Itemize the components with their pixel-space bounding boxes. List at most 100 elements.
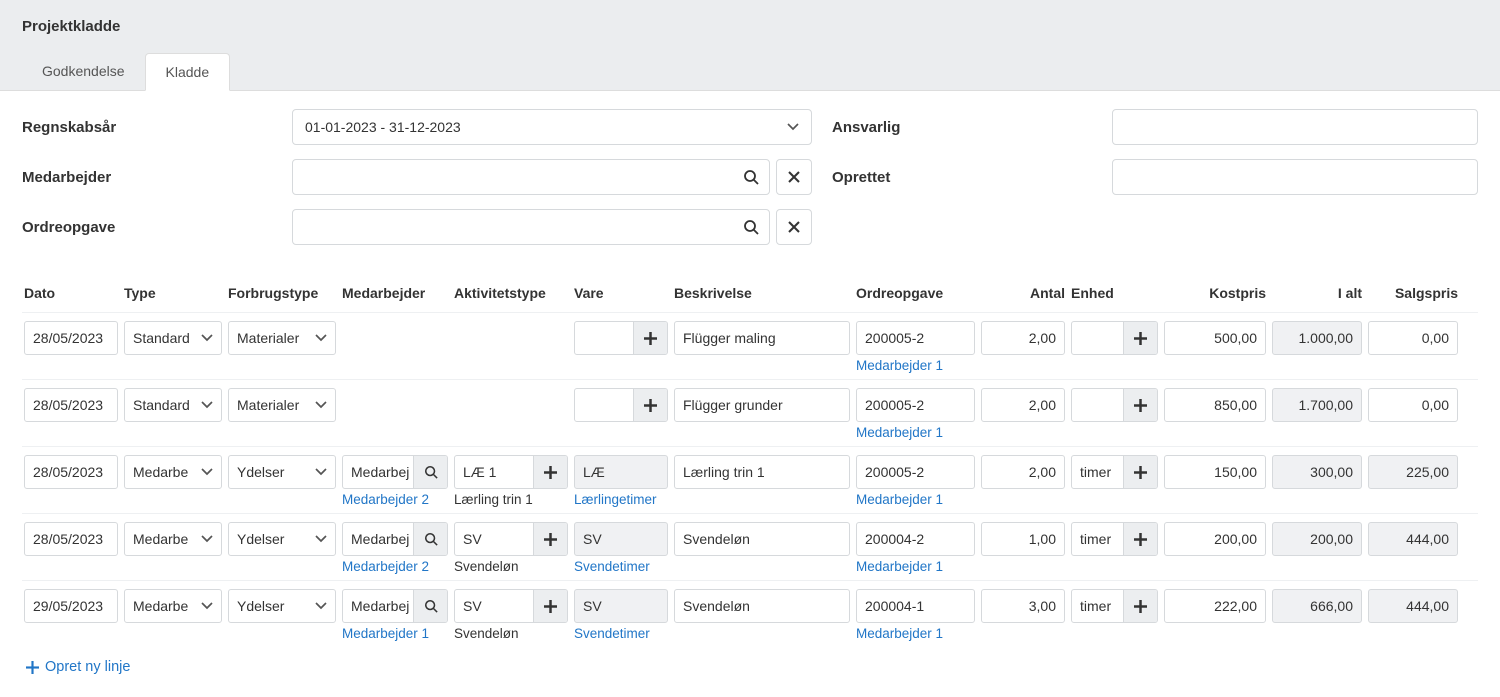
medarbejder-link[interactable]: Medarbejder 2 — [342, 492, 429, 507]
dato-input[interactable]: 29/05/2023 — [24, 589, 118, 623]
vare-link[interactable]: Svendetimer — [574, 559, 650, 574]
ordreopgave-input[interactable]: 200004-2 — [856, 522, 975, 556]
plus-icon[interactable] — [1123, 322, 1157, 354]
input-ansvarlig[interactable] — [1112, 109, 1478, 145]
ordreopgave-input[interactable]: 200005-2 — [856, 455, 975, 489]
tab-godkendelse[interactable]: Godkendelse — [22, 53, 145, 90]
antal-input[interactable]: 3,00 — [981, 589, 1065, 623]
search-icon[interactable] — [413, 590, 447, 622]
forbrugstype-select[interactable]: Ydelser — [228, 522, 336, 556]
plus-icon[interactable] — [1123, 456, 1157, 488]
col-vare: Vare — [574, 285, 674, 301]
plus-icon[interactable] — [1123, 523, 1157, 555]
ordreopgave-link[interactable]: Medarbejder 1 — [856, 559, 943, 574]
kostpris-input[interactable]: 200,00 — [1164, 522, 1266, 556]
antal-input[interactable]: 2,00 — [981, 455, 1065, 489]
vare-lookup[interactable] — [574, 388, 668, 422]
kostpris-input[interactable]: 222,00 — [1164, 589, 1266, 623]
ordreopgave-input[interactable]: 200004-1 — [856, 589, 975, 623]
page-title: Projektkladde — [22, 18, 1478, 35]
type-select[interactable]: Medarbe — [124, 589, 222, 623]
beskrivelse-input[interactable]: Flügger maling — [674, 321, 850, 355]
antal-input[interactable]: 2,00 — [981, 321, 1065, 355]
dato-input[interactable]: 28/05/2023 — [24, 522, 118, 556]
medarbejder-lookup[interactable]: Medarbejde — [342, 589, 448, 623]
tab-kladde[interactable]: Kladde — [145, 53, 231, 91]
table-row: 29/05/2023MedarbeYdelserMedarbejdeSVSVSv… — [22, 580, 1478, 647]
search-icon[interactable] — [743, 219, 759, 235]
medarbejder-link[interactable]: Medarbejder 1 — [342, 626, 429, 641]
chevron-down-icon — [201, 401, 213, 409]
type-select[interactable]: Medarbe — [124, 522, 222, 556]
forbrugstype-select[interactable]: Materialer — [228, 321, 336, 355]
beskrivelse-input[interactable]: Svendeløn — [674, 589, 850, 623]
enhed-lookup[interactable] — [1071, 388, 1158, 422]
kostpris-input[interactable]: 850,00 — [1164, 388, 1266, 422]
plus-icon[interactable] — [1123, 590, 1157, 622]
vare-link[interactable]: Svendetimer — [574, 626, 650, 641]
ordreopgave-link[interactable]: Medarbejder 1 — [856, 492, 943, 507]
input-medarbejder[interactable] — [292, 159, 770, 195]
enhed-lookup[interactable]: timer — [1071, 522, 1158, 556]
col-forb: Forbrugstype — [228, 285, 342, 301]
search-icon[interactable] — [413, 456, 447, 488]
enhed-lookup[interactable]: timer — [1071, 589, 1158, 623]
dato-input[interactable]: 28/05/2023 — [24, 388, 118, 422]
vare-lookup[interactable] — [574, 321, 668, 355]
ordreopgave-link[interactable]: Medarbejder 1 — [856, 425, 943, 440]
select-regnskabsaar[interactable]: 01-01-2023 - 31-12-2023 — [292, 109, 812, 145]
table-row: 28/05/2023StandardMaterialer Flügger mali… — [22, 312, 1478, 379]
enhed-lookup[interactable]: timer — [1071, 455, 1158, 489]
forbrugstype-select[interactable]: Ydelser — [228, 589, 336, 623]
clear-ordreopgave-button[interactable] — [776, 209, 812, 245]
salgspris-input[interactable]: 0,00 — [1368, 321, 1458, 355]
plus-icon[interactable] — [533, 456, 567, 488]
search-icon[interactable] — [413, 523, 447, 555]
plus-icon[interactable] — [633, 322, 667, 354]
type-select[interactable]: Standard — [124, 321, 222, 355]
plus-icon[interactable] — [533, 523, 567, 555]
label-ansvarlig: Ansvarlig — [832, 119, 1092, 136]
clear-medarbejder-button[interactable] — [776, 159, 812, 195]
ordreopgave-input[interactable]: 200005-2 — [856, 388, 975, 422]
type-select[interactable]: Standard — [124, 388, 222, 422]
ordreopgave-link[interactable]: Medarbejder 1 — [856, 358, 943, 373]
aktivitetstype-lookup[interactable]: SV — [454, 522, 568, 556]
plus-icon[interactable] — [533, 590, 567, 622]
medarbejder-lookup[interactable]: Medarbejde — [342, 522, 448, 556]
aktivitetstype-lookup[interactable]: SV — [454, 589, 568, 623]
ialt-value: 1.700,00 — [1272, 388, 1362, 422]
add-line-button[interactable]: Opret ny linje — [22, 647, 1478, 687]
col-salg: Salgspris — [1368, 285, 1464, 301]
aktivitetstype-lookup[interactable]: LÆ 1 — [454, 455, 568, 489]
ordreopgave-input[interactable]: 200005-2 — [856, 321, 975, 355]
dato-input[interactable]: 28/05/2023 — [24, 321, 118, 355]
beskrivelse-input[interactable]: Lærling trin 1 — [674, 455, 850, 489]
vare-input: SV — [574, 522, 668, 556]
dato-input[interactable]: 28/05/2023 — [24, 455, 118, 489]
vare-link[interactable]: Lærlingetimer — [574, 492, 657, 507]
enhed-lookup[interactable] — [1071, 321, 1158, 355]
beskrivelse-input[interactable]: Svendeløn — [674, 522, 850, 556]
type-select[interactable]: Medarbe — [124, 455, 222, 489]
plus-icon[interactable] — [633, 389, 667, 421]
ialt-value: 1.000,00 — [1272, 321, 1362, 355]
ordreopgave-link[interactable]: Medarbejder 1 — [856, 626, 943, 641]
input-ordreopgave[interactable] — [292, 209, 770, 245]
forbrugstype-select[interactable]: Ydelser — [228, 455, 336, 489]
antal-input[interactable]: 1,00 — [981, 522, 1065, 556]
col-antal: Antal — [981, 285, 1071, 301]
kostpris-input[interactable]: 150,00 — [1164, 455, 1266, 489]
input-oprettet[interactable] — [1112, 159, 1478, 195]
plus-icon[interactable] — [1123, 389, 1157, 421]
antal-input[interactable]: 2,00 — [981, 388, 1065, 422]
medarbejder-link[interactable]: Medarbejder 2 — [342, 559, 429, 574]
chevron-down-icon — [201, 468, 213, 476]
medarbejder-lookup[interactable]: Medarbejde — [342, 455, 448, 489]
beskrivelse-input[interactable]: Flügger grunder — [674, 388, 850, 422]
search-icon[interactable] — [743, 169, 759, 185]
forbrugstype-select[interactable]: Materialer — [228, 388, 336, 422]
label-medarbejder: Medarbejder — [22, 169, 272, 186]
kostpris-input[interactable]: 500,00 — [1164, 321, 1266, 355]
salgspris-input[interactable]: 0,00 — [1368, 388, 1458, 422]
